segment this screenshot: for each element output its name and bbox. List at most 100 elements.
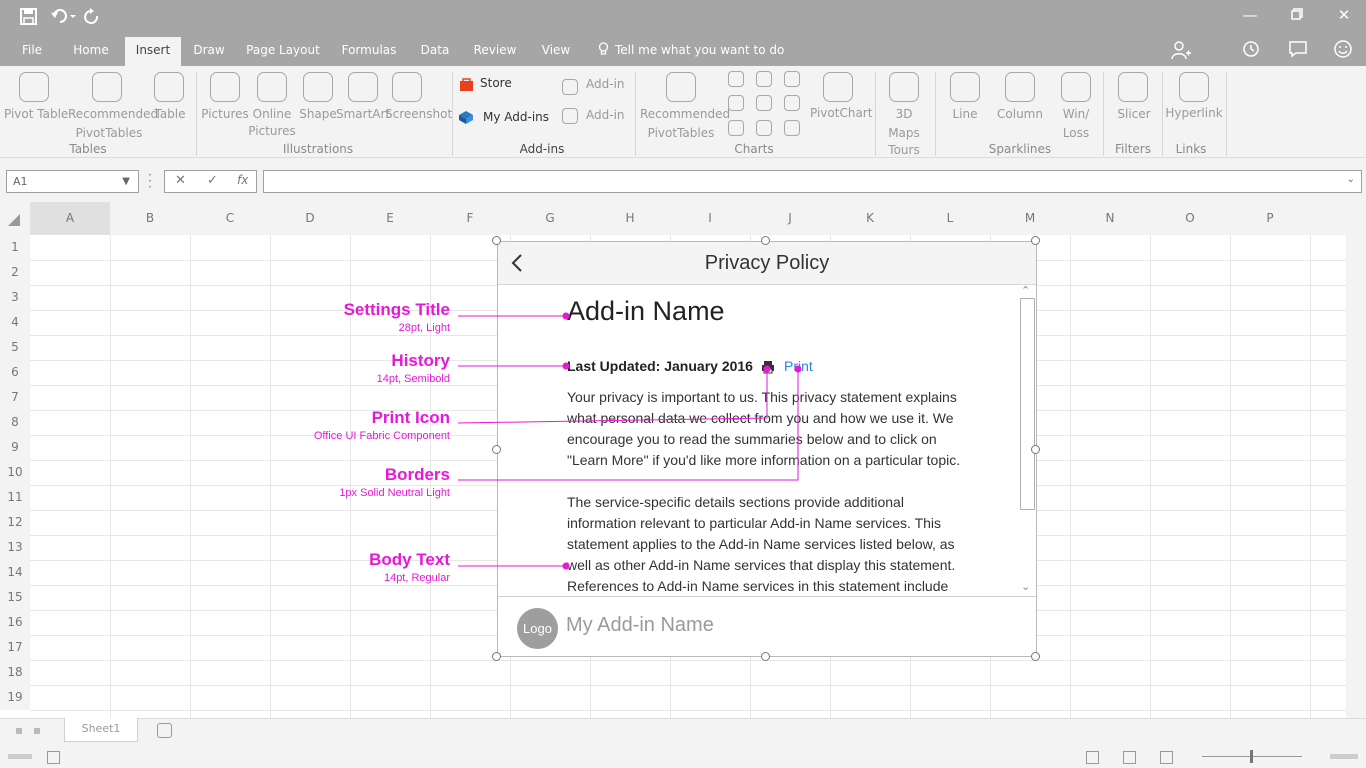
column-header-g[interactable]: G xyxy=(510,202,590,235)
screenshot-label[interactable]: Screenshot xyxy=(385,105,452,124)
3d-maps-icon[interactable] xyxy=(889,72,919,102)
row-header-14[interactable]: 14 xyxy=(0,560,30,585)
resize-handle[interactable] xyxy=(761,652,770,661)
sparkline-winloss-label-1[interactable]: Win/ xyxy=(1056,105,1096,124)
column-header-l[interactable]: L xyxy=(910,202,990,235)
sparkline-winloss-label-2[interactable]: Loss xyxy=(1056,124,1096,143)
resize-handle[interactable] xyxy=(492,652,501,661)
resize-handle[interactable] xyxy=(492,236,501,245)
undo-icon[interactable] xyxy=(50,8,76,30)
shape-label[interactable]: Shape xyxy=(298,105,338,124)
share-user-icon[interactable] xyxy=(1171,40,1191,65)
normal-view-icon[interactable] xyxy=(1086,751,1099,764)
tab-formulas[interactable]: Formulas xyxy=(339,37,399,66)
select-all-corner[interactable] xyxy=(8,214,20,226)
pivot-table-label[interactable]: Pivot Table xyxy=(4,105,68,124)
addin-button-1[interactable]: Add-in xyxy=(586,75,625,94)
zoom-slider-thumb[interactable] xyxy=(1250,750,1253,763)
column-header-e[interactable]: E xyxy=(350,202,430,235)
sparkline-column-icon[interactable] xyxy=(1005,72,1035,102)
row-header-13[interactable]: 13 xyxy=(0,535,30,560)
column-header-i[interactable]: I xyxy=(670,202,750,235)
sparkline-line-label[interactable]: Line xyxy=(945,105,985,124)
minimize-icon[interactable]: — xyxy=(1240,6,1260,24)
row-header-12[interactable]: 12 xyxy=(0,510,30,535)
my-addins-icon[interactable] xyxy=(459,110,474,129)
recommended-charts-label-2[interactable]: PivotTables xyxy=(640,124,722,143)
chevron-down-icon[interactable]: ⌄ xyxy=(1347,174,1355,185)
tab-file[interactable]: File xyxy=(12,37,52,66)
column-header-f[interactable]: F xyxy=(430,202,510,235)
scatter-chart-icon[interactable] xyxy=(756,120,772,136)
online-pictures-label-2[interactable]: Pictures xyxy=(248,122,296,141)
print-link[interactable]: Print xyxy=(784,358,813,374)
cancel-icon[interactable]: ✕ xyxy=(175,173,186,188)
name-box[interactable]: A1 ▼ xyxy=(6,170,139,193)
insert-function-icon[interactable]: fx xyxy=(237,173,248,187)
column-header-a[interactable]: A xyxy=(30,202,110,235)
slicer-label[interactable]: Slicer xyxy=(1113,105,1155,124)
back-icon[interactable] xyxy=(506,250,530,276)
restore-icon[interactable] xyxy=(1287,6,1307,24)
tab-insert[interactable]: Insert xyxy=(125,37,181,66)
print-icon[interactable] xyxy=(761,359,775,374)
row-header-1[interactable]: 1 xyxy=(0,235,30,260)
sparkline-winloss-icon[interactable] xyxy=(1061,72,1091,102)
row-header-6[interactable]: 6 xyxy=(0,360,30,385)
macro-record-icon[interactable] xyxy=(47,751,60,764)
slicer-icon[interactable] xyxy=(1118,72,1148,102)
more-options-icon[interactable]: · · · xyxy=(148,169,152,193)
row-header-17[interactable]: 17 xyxy=(0,635,30,660)
row-header-9[interactable]: 9 xyxy=(0,435,30,460)
column-chart-icon[interactable] xyxy=(728,71,744,87)
history-icon[interactable] xyxy=(1242,40,1260,63)
column-header-j[interactable]: J xyxy=(750,202,830,235)
resize-handle[interactable] xyxy=(1031,652,1040,661)
tab-review[interactable]: Review xyxy=(469,37,521,66)
smartart-label[interactable]: SmartArt xyxy=(336,105,390,124)
resize-handle[interactable] xyxy=(1031,236,1040,245)
tab-page-layout[interactable]: Page Layout xyxy=(245,37,321,66)
addin-button-2[interactable]: Add-in xyxy=(586,106,625,125)
close-icon[interactable]: ✕ xyxy=(1334,6,1354,24)
pie-chart-icon[interactable] xyxy=(728,120,744,136)
row-header-4[interactable]: 4 xyxy=(0,310,30,335)
row-header-16[interactable]: 16 xyxy=(0,610,30,635)
map-chart-icon[interactable] xyxy=(784,120,800,136)
statistic-chart-icon[interactable] xyxy=(756,95,772,111)
row-header-11[interactable]: 11 xyxy=(0,485,30,510)
row-header-15[interactable]: 15 xyxy=(0,585,30,610)
page-break-view-icon[interactable] xyxy=(1160,751,1173,764)
row-header-5[interactable]: 5 xyxy=(0,335,30,360)
pivotchart-icon[interactable] xyxy=(823,72,853,102)
column-header-b[interactable]: B xyxy=(110,202,190,235)
row-header-2[interactable]: 2 xyxy=(0,260,30,285)
pictures-label[interactable]: Pictures xyxy=(201,105,249,124)
hierarchy-chart-icon[interactable] xyxy=(756,71,772,87)
recommended-charts-label-1[interactable]: Recommended xyxy=(640,105,730,124)
chevron-down-icon[interactable]: ▼ xyxy=(122,171,130,192)
formula-input[interactable]: ⌄ xyxy=(263,170,1362,193)
page-layout-view-icon[interactable] xyxy=(1123,751,1136,764)
tell-me-search[interactable]: Tell me what you want to do xyxy=(615,43,784,57)
combo-chart-icon[interactable] xyxy=(784,95,800,111)
store-icon[interactable] xyxy=(459,77,474,96)
3d-maps-label-1[interactable]: 3D xyxy=(884,105,924,124)
recommended-pivottables-label-2[interactable]: PivotTables xyxy=(68,124,150,143)
shape-icon[interactable] xyxy=(303,72,333,102)
my-addins-button[interactable]: My Add-ins xyxy=(483,108,549,127)
sparkline-line-icon[interactable] xyxy=(950,72,980,102)
smiley-icon[interactable] xyxy=(1334,40,1352,63)
addin-icon[interactable] xyxy=(562,108,578,124)
recommended-charts-icon[interactable] xyxy=(666,72,696,102)
sheet-scroll-icon[interactable] xyxy=(34,728,40,734)
column-header-n[interactable]: N xyxy=(1070,202,1150,235)
scroll-up-icon[interactable]: ⌃ xyxy=(1021,284,1030,297)
recommended-pivottables-label-1[interactable]: Recommended xyxy=(68,105,158,124)
table-label[interactable]: Table xyxy=(150,105,190,124)
pictures-icon[interactable] xyxy=(210,72,240,102)
tab-draw[interactable]: Draw xyxy=(189,37,229,66)
row-header-18[interactable]: 18 xyxy=(0,660,30,685)
pivot-table-icon[interactable] xyxy=(19,72,49,102)
store-button[interactable]: Store xyxy=(480,74,512,93)
